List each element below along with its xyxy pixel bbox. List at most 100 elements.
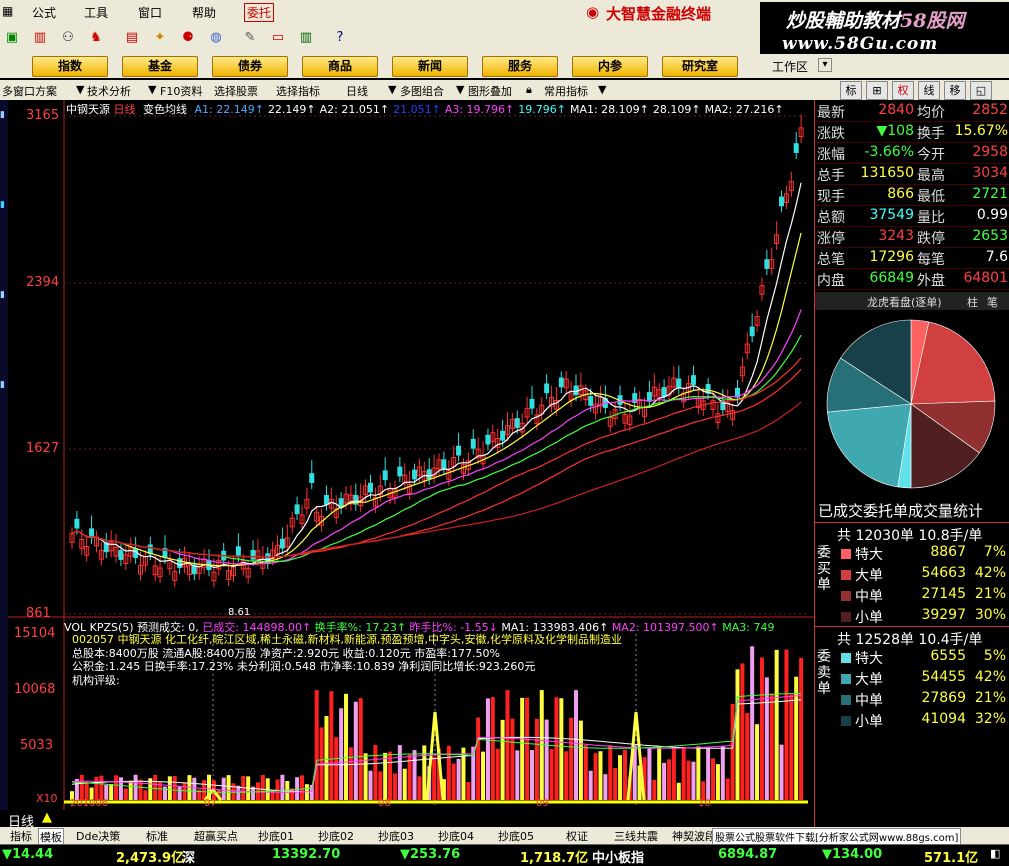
- section-index-button[interactable]: 指数: [32, 56, 108, 77]
- tab-bottom01[interactable]: 抄底01: [258, 828, 294, 844]
- chart-overlay[interactable]: 图形叠加: [468, 83, 512, 99]
- period-up-icon[interactable]: ▲: [42, 810, 52, 825]
- dragon-bar: 龙虎看盘(逐单) 柱 笔: [815, 292, 1009, 310]
- quote-row: 内盘 66849 外盘 64801: [815, 268, 1009, 290]
- status-sh-change: ▼14.44: [2, 847, 54, 862]
- f10-info[interactable]: F10资料: [160, 83, 202, 99]
- common-indicators[interactable]: 常用指标: [544, 83, 588, 99]
- status-sme-label[interactable]: 中小板指: [592, 847, 644, 866]
- section-insider-button[interactable]: 内参: [572, 56, 648, 77]
- candle-body: [485, 434, 491, 445]
- line-button[interactable]: 线: [918, 81, 940, 100]
- section-commodity-button[interactable]: 商品: [302, 56, 378, 77]
- bars-icon[interactable]: ▥: [30, 29, 50, 47]
- period-label: 日线: [113, 103, 136, 116]
- crosshair-icon[interactable]: ⊞: [866, 81, 888, 100]
- status-tray-icon[interactable]: ◧: [990, 847, 1000, 860]
- section-fund-button[interactable]: 基金: [122, 56, 198, 77]
- main-chart[interactable]: 中钢天源 日线 变色均线 A1: 22.149↑ 22.149↑ A2: 21.05…: [8, 100, 814, 810]
- section-bond-button[interactable]: 债券: [212, 56, 288, 77]
- tab-bottom03[interactable]: 抄底03: [378, 828, 414, 844]
- tab-bottom04[interactable]: 抄底04: [438, 828, 474, 844]
- side-tab-icon[interactable]: ▮: [0, 290, 8, 300]
- multi-chart[interactable]: 多图组合: [400, 83, 444, 99]
- tools-icon[interactable]: ✎: [240, 29, 260, 47]
- dragon-tab-bar[interactable]: 柱: [967, 294, 978, 310]
- order-volume: 8867: [930, 544, 966, 560]
- section-news-button[interactable]: 新闻: [392, 56, 468, 77]
- tech-analysis[interactable]: 技术分析: [87, 83, 131, 99]
- binoculars-icon[interactable]: ⚇: [58, 29, 78, 47]
- star-icon[interactable]: ✦: [150, 29, 170, 47]
- section-research-button[interactable]: 研究室: [662, 56, 738, 77]
- flag-icon[interactable]: ▣: [2, 29, 22, 47]
- report-icon[interactable]: ▤: [122, 29, 142, 47]
- rights-button[interactable]: 权: [892, 81, 914, 100]
- tab-bottom02[interactable]: 抄底02: [318, 828, 354, 844]
- dropdown-icon[interactable]: ▼: [456, 83, 464, 96]
- quote-row: 涨跌 ▼108 换手 15.67%: [815, 121, 1009, 143]
- candle-body: [676, 378, 682, 389]
- dropdown-icon[interactable]: ▼: [388, 83, 396, 96]
- volume-bar: [764, 677, 769, 800]
- tab-download-link[interactable]: 股票公式股票软件下载[分析家公式网www.88gs.com]: [712, 828, 962, 845]
- globe-icon[interactable]: ◍: [206, 29, 226, 47]
- volume-bar: [344, 693, 349, 800]
- multi-window-scheme[interactable]: 多窗口方案: [2, 83, 57, 99]
- dropdown-icon[interactable]: ▼: [148, 83, 156, 96]
- tab-wave[interactable]: 神契波段: [672, 828, 716, 844]
- window-icon[interactable]: ▭: [268, 29, 288, 47]
- entrust-button[interactable]: 委托: [244, 3, 275, 22]
- bell-icon[interactable]: ♞: [86, 29, 106, 47]
- tab-indicator[interactable]: 指标: [10, 828, 32, 844]
- tab-bottom05[interactable]: 抄底05: [498, 828, 534, 844]
- work-zone-toggle-icon[interactable]: ▾: [818, 58, 832, 72]
- settings-icon[interactable]: ◱: [970, 81, 992, 100]
- side-tabs[interactable]: ▮ ▮ ▮ ▮: [0, 100, 8, 827]
- menu-formula[interactable]: 公式: [32, 4, 56, 21]
- quote-panel: 最新 2840 均价 2852 涨跌 ▼108 换手 15.67% 涨幅 -3.66% 今开 2958…: [814, 100, 1009, 827]
- quote-value: 64801: [963, 270, 1008, 286]
- select-indicator[interactable]: 选择指标: [276, 83, 320, 99]
- quote-label: 涨幅: [817, 147, 845, 163]
- menu-window[interactable]: 窗口: [138, 4, 162, 21]
- dragon-tab-trade[interactable]: 笔: [987, 294, 998, 310]
- work-zone-label[interactable]: 工作区: [772, 58, 808, 75]
- move-button[interactable]: 移: [944, 81, 966, 100]
- candle-body: [500, 430, 506, 441]
- chart-icon[interactable]: ⚈: [178, 29, 198, 47]
- side-tab-icon[interactable]: ▮: [0, 110, 8, 120]
- tab-warrant[interactable]: 权证: [566, 828, 588, 844]
- menu-tools[interactable]: 工具: [84, 4, 108, 21]
- tab-standard[interactable]: 标准: [146, 828, 168, 844]
- candle-body: [279, 538, 285, 549]
- menu-help[interactable]: 帮助: [192, 4, 216, 21]
- volume-bar: [681, 746, 686, 800]
- period-daily[interactable]: 日线: [346, 83, 368, 99]
- dropdown-icon[interactable]: ▼: [598, 83, 606, 96]
- kline-chart-svg[interactable]: [8, 100, 814, 810]
- books-icon[interactable]: ▥: [296, 29, 316, 47]
- date-label: 08: [378, 798, 391, 809]
- help-icon[interactable]: ?: [330, 29, 350, 47]
- section-service-button[interactable]: 服务: [482, 56, 558, 77]
- control-bar: 多窗口方案 ▼ 技术分析 ▼ F10资料 选择股票 选择指标 日线 ▼ 多图组合…: [0, 80, 1009, 100]
- moving-average-line: [71, 334, 802, 563]
- mark-button[interactable]: 标: [840, 81, 862, 100]
- dropdown-icon[interactable]: ▼: [76, 83, 84, 96]
- volume-bar: [481, 751, 486, 800]
- volume-bar: [378, 771, 383, 800]
- quote-label: 内盘: [817, 273, 845, 289]
- side-tab-icon[interactable]: ▮: [0, 380, 8, 390]
- ma-values: A1: 22.149↑ 22.149↑ A2: 21.051↑ 21.051↑ A3: …: [191, 103, 784, 116]
- volume-bar: [368, 770, 373, 800]
- select-stock[interactable]: 选择股票: [214, 83, 258, 99]
- side-tab-icon[interactable]: ▮: [0, 200, 8, 210]
- app-icon[interactable]: ▦: [2, 4, 13, 18]
- tab-dde[interactable]: Dde决策: [76, 828, 120, 844]
- tab-buy-point[interactable]: 超赢买点: [194, 828, 238, 844]
- status-sz-label[interactable]: 深: [182, 847, 195, 866]
- volume-bar: [172, 775, 177, 800]
- tab-three-lines[interactable]: 三线共震: [614, 828, 658, 844]
- lock-icon[interactable]: 🔒︎: [526, 83, 532, 97]
